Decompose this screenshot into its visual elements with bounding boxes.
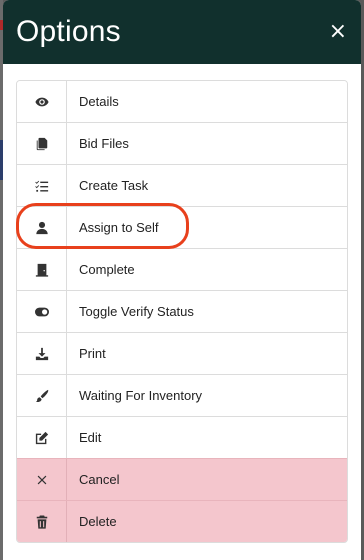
modal-title: Options xyxy=(16,15,121,48)
option-label: Print xyxy=(79,346,106,361)
times-icon xyxy=(17,459,67,500)
edit-icon xyxy=(17,417,67,458)
option-label: Complete xyxy=(79,262,135,277)
modal-header: Options × xyxy=(3,0,361,64)
door-closed-icon xyxy=(17,249,67,290)
user-icon xyxy=(17,207,67,248)
copy-icon xyxy=(17,123,67,164)
option-assign-to-self[interactable]: Assign to Self xyxy=(17,206,347,248)
option-toggle-verify-status[interactable]: Toggle Verify Status xyxy=(17,290,347,332)
option-complete[interactable]: Complete xyxy=(17,248,347,290)
option-cancel[interactable]: Cancel xyxy=(17,458,347,500)
option-waiting-for-inventory[interactable]: Waiting For Inventory xyxy=(17,374,347,416)
eye-icon xyxy=(17,81,67,122)
download-icon xyxy=(17,333,67,374)
options-modal: Options × Details Bid Files Create Task xyxy=(3,0,361,560)
option-label: Cancel xyxy=(79,472,120,487)
option-label: Toggle Verify Status xyxy=(79,304,194,319)
toggle-on-icon xyxy=(17,291,67,332)
task-list-icon xyxy=(17,165,67,206)
option-print[interactable]: Print xyxy=(17,332,347,374)
option-label: Waiting For Inventory xyxy=(79,388,203,403)
option-create-task[interactable]: Create Task xyxy=(17,164,347,206)
close-icon[interactable]: × xyxy=(329,21,347,43)
option-label: Delete xyxy=(79,514,117,529)
paint-brush-icon xyxy=(17,375,67,416)
option-label: Bid Files xyxy=(79,136,129,151)
option-delete[interactable]: Delete xyxy=(17,500,347,542)
option-label: Assign to Self xyxy=(79,220,159,235)
option-label: Create Task xyxy=(79,178,149,193)
option-edit[interactable]: Edit xyxy=(17,416,347,458)
option-bid-files[interactable]: Bid Files xyxy=(17,122,347,164)
trash-icon xyxy=(17,501,67,542)
option-label: Details xyxy=(79,94,119,109)
option-label: Edit xyxy=(79,430,102,445)
option-details[interactable]: Details xyxy=(17,81,347,122)
options-list: Details Bid Files Create Task Assign to … xyxy=(16,80,348,543)
